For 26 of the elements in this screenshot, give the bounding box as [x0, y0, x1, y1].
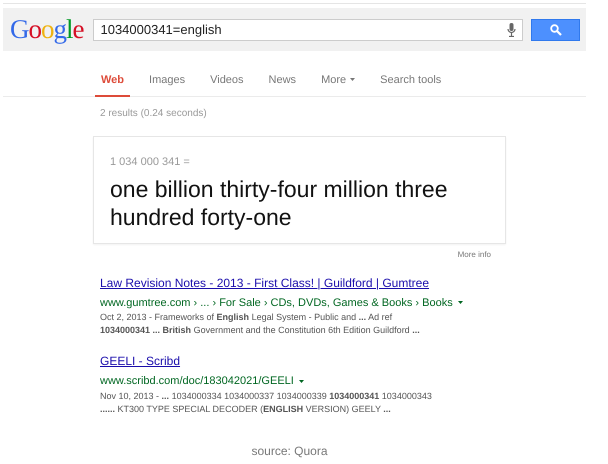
caption-text: source: Quora: [251, 444, 328, 458]
result-url: www.gumtree.com › ... › For Sale › CDs, DVDs, Games & Books › Books: [100, 296, 453, 310]
nav-tab[interactable]: News: [262, 51, 302, 97]
result-snippet: ...... KT300 TYPE SPECIAL DECODER (ENGLISH VERSION) GEELY ...: [100, 402, 391, 416]
caret-icon[interactable]: [298, 380, 304, 383]
result-snippet: Nov 10, 2013 - ... 1034000334 1034000337 1034000339 1034000341 1034000343: [100, 390, 432, 402]
result-snippet: 1034000341 ... British Government and the Constitution 6th Edition Guildford ...: [100, 324, 420, 337]
nav-tab[interactable]: Web: [95, 51, 130, 97]
nav-tab[interactable]: More: [315, 51, 362, 97]
result-title-link[interactable]: GEELI - Scribd: [100, 354, 180, 368]
caret-icon[interactable]: [458, 301, 463, 304]
search-icon: [550, 24, 562, 36]
more-info-link[interactable]: More info: [458, 250, 491, 258]
google-logo[interactable]: Google: [10, 16, 90, 43]
nav-tab[interactable]: Videos: [204, 51, 250, 97]
nav-tab[interactable]: Search tools: [374, 51, 448, 97]
result-snippet: Oct 2, 2013 - Frameworks of English Legal System - Public and ... Ad ref: [100, 311, 392, 324]
result-stats: 2 results (0.24 seconds): [100, 107, 208, 121]
answer-text: one billion thirty-four million three hundred forty-one: [110, 174, 448, 230]
microphone-icon[interactable]: [507, 22, 516, 36]
caret-icon: [350, 78, 356, 82]
result-title-link[interactable]: Law Revision Notes - 2013 - First Class! | Guildford | Gumtree: [100, 276, 430, 290]
nav-tab[interactable]: Images: [143, 51, 192, 97]
result-url: www.scribd.com/doc/183042021/GEELI: [100, 374, 294, 389]
search-button[interactable]: [531, 18, 580, 40]
expression-text: 1 034 000 341 =: [110, 155, 191, 170]
